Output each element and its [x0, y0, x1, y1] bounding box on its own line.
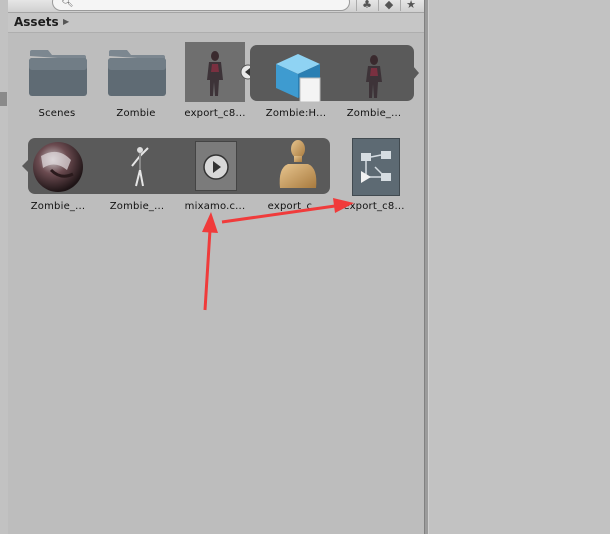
annotation-arrow-up	[203, 229, 212, 311]
annotation-arrows	[202, 198, 354, 311]
annotation-arrowhead-up	[202, 212, 218, 233]
annotation-arrow-right	[221, 204, 336, 224]
annotation-arrowhead-right	[333, 198, 354, 213]
